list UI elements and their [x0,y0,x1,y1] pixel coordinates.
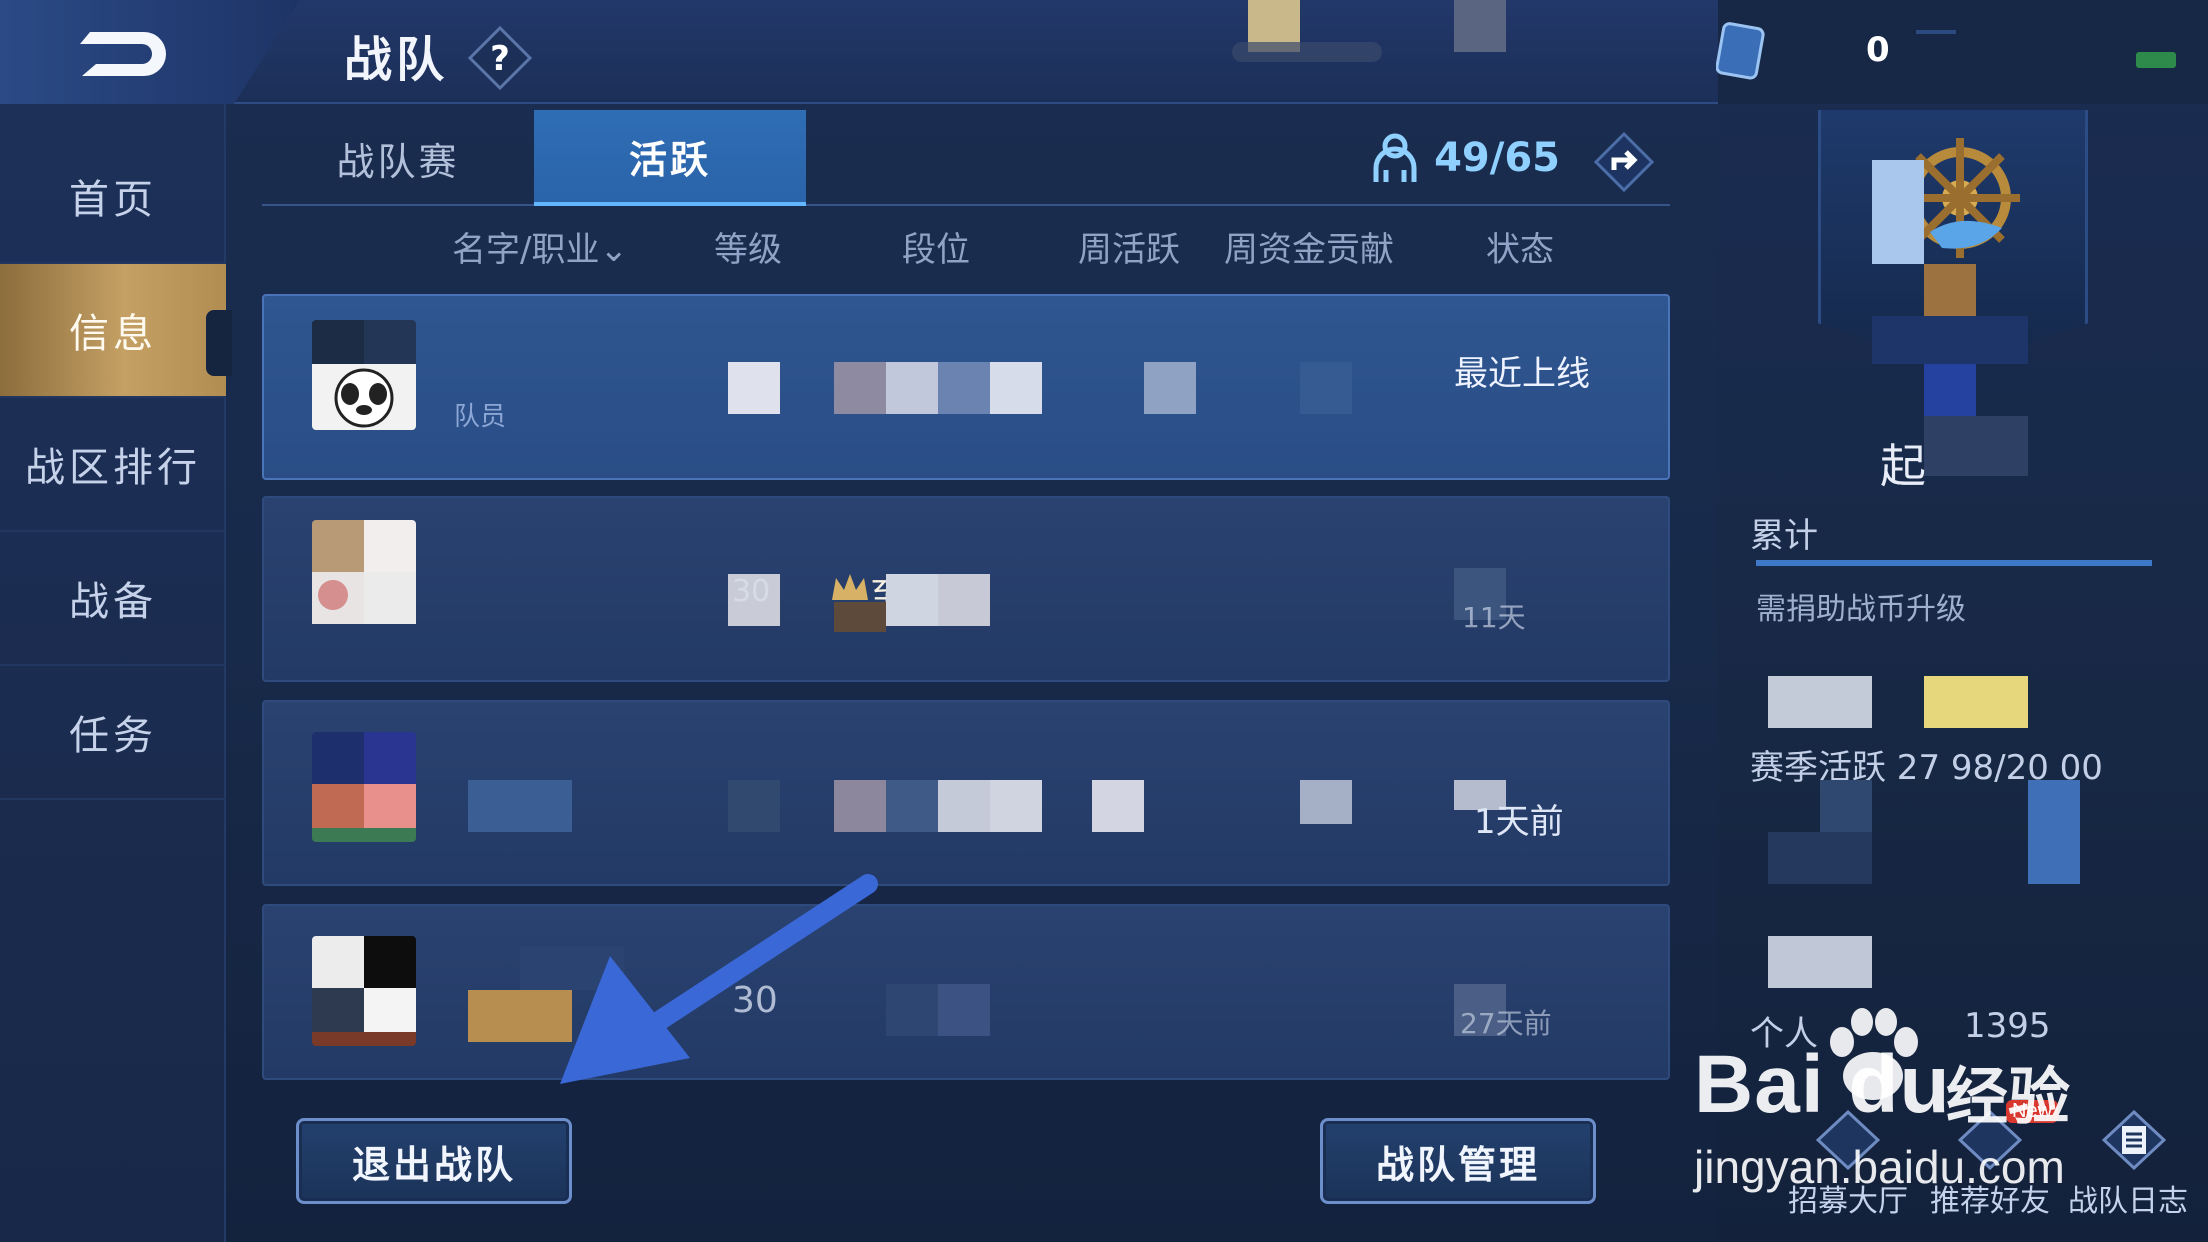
quit-team-button[interactable]: 退出战队 [296,1118,572,1204]
col-status: 状态 [1486,230,1554,270]
personal-value: 1395 [1964,1006,2051,1046]
question-diamond-icon[interactable]: ? [468,26,532,90]
team-name: 起 [1880,439,1926,493]
col-level: 等级 [714,230,782,270]
sidebar-item-home[interactable]: 首页 [0,130,226,264]
team-management-button[interactable]: 战队管理 [1320,1118,1596,1204]
resource-bar [1718,0,2208,104]
battery-icon [2136,52,2176,68]
tab-bar: 战队赛 活跃 49/65 [262,110,1670,206]
watermark-suffix: 经验 [1946,1060,2071,1133]
card-count: 0 [1866,30,1890,70]
card-icon [1716,22,1765,80]
table-row[interactable]: 1天前 [262,700,1670,886]
watermark-url: jingyan.baidu.com [1694,1141,2065,1193]
avatar [312,732,416,842]
table-row[interactable]: 30 至 11天 [262,496,1670,682]
page-title: 战队 [344,32,449,88]
members-icon [1373,133,1417,182]
member-count: 49/65 [1370,130,1560,186]
column-headers: 名字/职业⌄ 等级 段位 周活跃 周资金贡献 状态 [262,222,1670,282]
crown-icon [832,574,868,600]
avatar [312,936,416,1046]
sidebar-item-info[interactable]: 信息 [0,264,226,398]
currency-display [1232,0,1506,70]
member-level: 30 [732,574,771,609]
cumulative-label: 累计 [1750,516,1818,556]
member-status: 11天 [1462,601,1526,634]
watermark-logo: Bai du [1694,1039,1951,1130]
col-weekly-funds: 周资金贡献 [1224,230,1394,270]
sidebar-item-ranking[interactable]: 战区排行 [0,398,226,532]
col-rank: 段位 [902,230,970,270]
svg-text:?: ? [490,39,510,79]
avatar [312,520,416,630]
member-status: 最近上线 [1454,354,1590,394]
log-icon [2102,1110,2166,1170]
member-status: 1天前 [1474,802,1564,842]
tab-activity[interactable]: 活跃 [534,110,806,206]
resource-divider [1916,30,1956,50]
back-arrow-icon[interactable] [78,24,174,82]
team-log-button[interactable]: 战队日志 [2058,1110,2208,1220]
sidebar: 首页 信息 战区排行 战备 任务 [0,104,226,1242]
upgrade-hint: 需捐助战币升级 [1756,592,1966,627]
sidebar-item-equipment[interactable]: 战备 [0,532,226,666]
col-weekly-activity: 周活跃 [1078,230,1180,270]
invite-icon[interactable] [1592,130,1656,194]
active-nav-notch [206,310,232,376]
member-role: 队员 [454,402,507,432]
table-row[interactable]: 队员 最近上线 [262,294,1670,480]
col-name-role[interactable]: 名字/职业⌄ [452,222,628,271]
tab-team-battle[interactable]: 战队赛 [262,110,534,206]
table-row[interactable]: 30 27天前 [262,904,1670,1080]
member-status: 27天前 [1460,1007,1552,1040]
avatar [312,320,416,430]
annotation-arrow-icon [560,874,878,1084]
level-progress-bar [1756,560,2152,566]
sidebar-item-tasks[interactable]: 任务 [0,666,226,800]
